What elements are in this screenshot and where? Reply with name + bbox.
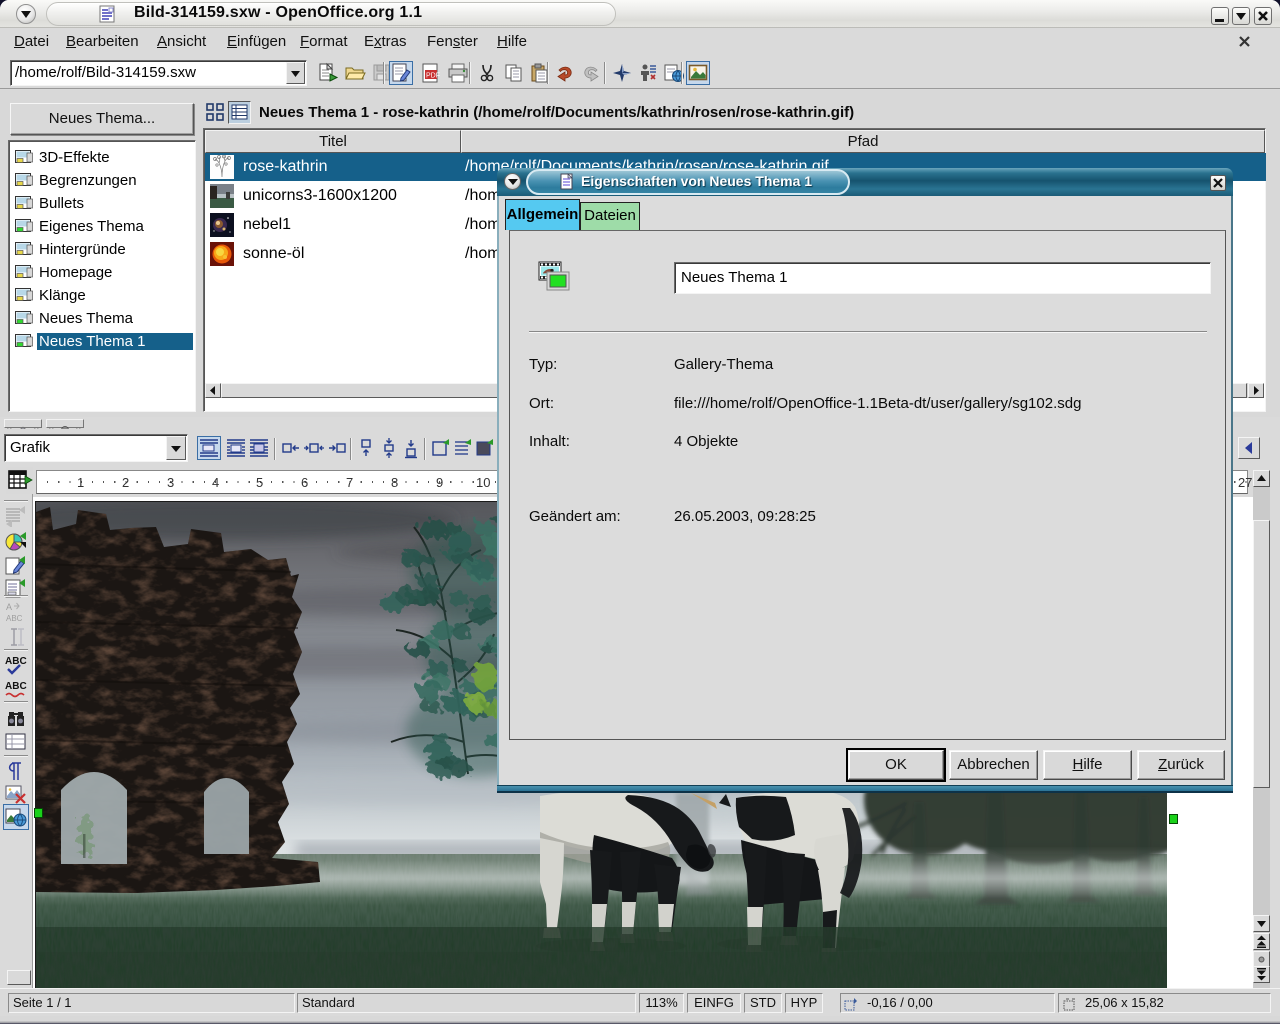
svg-text:PDF: PDF xyxy=(426,73,440,80)
svg-text:A: A xyxy=(6,602,12,612)
svg-text:ABC: ABC xyxy=(5,656,27,667)
svg-text:ABC: ABC xyxy=(6,614,23,623)
svg-text:ABC: ABC xyxy=(5,681,27,692)
